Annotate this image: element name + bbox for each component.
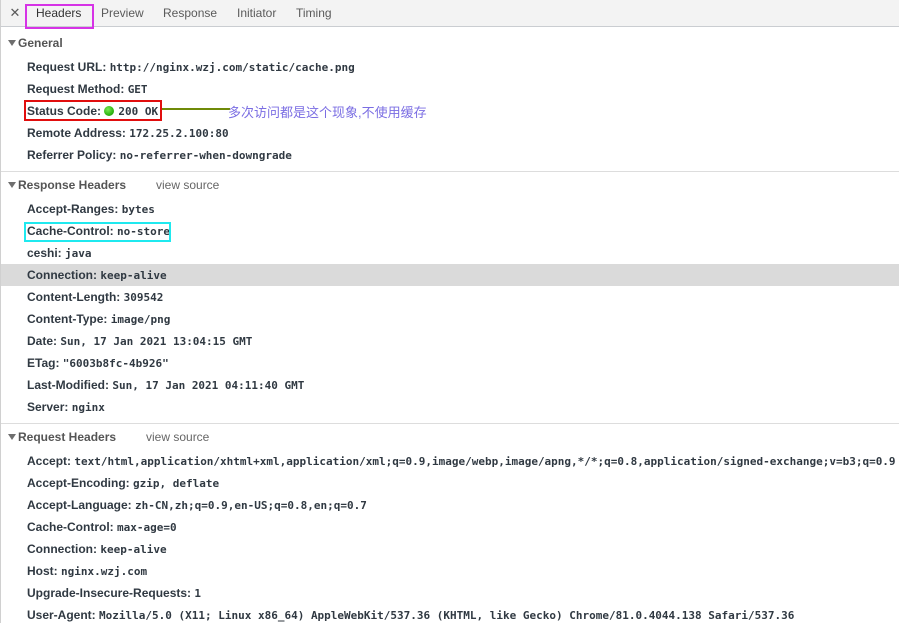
section-divider — [1, 171, 899, 172]
header-key: Request Method: — [27, 82, 125, 96]
header-value: keep-alive — [100, 543, 167, 556]
header-key: Request URL: — [27, 60, 107, 74]
header-value: 309542 — [123, 291, 164, 304]
expand-triangle-icon[interactable] — [8, 181, 16, 188]
header-value: Mozilla/5.0 (X11; Linux x86_64) AppleWeb… — [99, 609, 795, 622]
response-view-source-link[interactable]: view source — [156, 175, 219, 195]
header-key: Connection: — [27, 542, 97, 556]
response-row-content-type: Content-Type: image/png — [1, 308, 899, 330]
header-key: Status Code: — [27, 104, 102, 118]
request-row-connection: Connection: keep-alive — [1, 538, 899, 560]
header-key: ceshi: — [27, 246, 62, 260]
header-value: gzip, deflate — [133, 477, 220, 490]
header-value: nginx — [71, 401, 105, 414]
expand-triangle-icon[interactable] — [8, 39, 16, 46]
header-value: keep-alive — [100, 269, 167, 282]
header-value: bytes — [121, 203, 155, 216]
header-key: Connection: — [27, 268, 97, 282]
header-key: Date: — [27, 334, 58, 348]
header-key: Remote Address: — [27, 126, 126, 140]
header-value: "6003b8fc-4b926" — [62, 357, 169, 370]
general-row-request-url: Request URL: http://nginx.wzj.com/static… — [1, 56, 899, 78]
header-value: no-store — [117, 225, 170, 238]
request-row-upgrade-insecure-requests: Upgrade-Insecure-Requests: 1 — [1, 582, 899, 604]
header-value: GET — [127, 83, 148, 96]
header-key: Host: — [27, 564, 58, 578]
header-key: Server: — [27, 400, 69, 414]
general-row-referrer-policy: Referrer Policy: no-referrer-when-downgr… — [1, 144, 899, 166]
request-headers-title: Request Headers — [18, 430, 117, 444]
tab-preview[interactable]: Preview — [101, 0, 144, 26]
close-icon[interactable]: ✕ — [8, 5, 22, 21]
request-view-source-link[interactable]: view source — [146, 427, 209, 447]
header-value: no-referrer-when-downgrade — [119, 149, 292, 162]
general-row-status-code: Status Code: 200 OK — [1, 100, 899, 122]
header-key: Accept-Ranges: — [27, 202, 119, 216]
response-row-server: Server: nginx — [1, 396, 899, 418]
general-section-header[interactable]: General — [8, 33, 63, 53]
header-key: Last-Modified: — [27, 378, 109, 392]
header-value: text/html,application/xhtml+xml,applicat… — [74, 455, 896, 468]
header-key: Cache-Control: — [27, 224, 114, 238]
response-headers-title: Response Headers — [18, 178, 127, 192]
response-row-accept-ranges: Accept-Ranges: bytes — [1, 198, 899, 220]
response-row-etag: ETag: "6003b8fc-4b926" — [1, 352, 899, 374]
header-key: Cache-Control: — [27, 520, 114, 534]
expand-triangle-icon[interactable] — [8, 433, 16, 440]
request-row-accept: Accept: text/html,application/xhtml+xml,… — [1, 450, 899, 472]
tab-timing[interactable]: Timing — [296, 0, 332, 26]
response-row-content-length: Content-Length: 309542 — [1, 286, 899, 308]
header-value: http://nginx.wzj.com/static/cache.png — [109, 61, 355, 74]
request-row-accept-language: Accept-Language: zh-CN,zh;q=0.9,en-US;q=… — [1, 494, 899, 516]
header-key: Accept-Encoding: — [27, 476, 130, 490]
response-row-last-modified: Last-Modified: Sun, 17 Jan 2021 04:11:40… — [1, 374, 899, 396]
response-row-date: Date: Sun, 17 Jan 2021 13:04:15 GMT — [1, 330, 899, 352]
header-key: Content-Type: — [27, 312, 108, 326]
annotation-connector-line — [162, 108, 230, 110]
request-row-cache-control: Cache-Control: max-age=0 — [1, 516, 899, 538]
header-key: ETag: — [27, 356, 60, 370]
header-value: java — [65, 247, 92, 260]
tab-initiator[interactable]: Initiator — [237, 0, 276, 26]
header-key: Content-Length: — [27, 290, 121, 304]
response-row-ceshi: ceshi: java — [1, 242, 899, 264]
header-value: max-age=0 — [117, 521, 177, 534]
header-value: Sun, 17 Jan 2021 13:04:15 GMT — [60, 335, 253, 348]
tab-headers[interactable]: Headers — [36, 0, 81, 26]
header-key: User-Agent: — [27, 608, 96, 622]
status-ok-icon — [104, 105, 115, 116]
section-divider — [1, 423, 899, 424]
response-row-cache-control: Cache-Control: no-store — [1, 220, 899, 242]
annotation-note: 多次访问都是这个现象,不使用缓存 — [228, 105, 427, 120]
header-key: Accept-Language: — [27, 498, 132, 512]
tab-response[interactable]: Response — [163, 0, 217, 26]
header-value: image/png — [110, 313, 171, 326]
response-row-connection: Connection: keep-alive — [1, 264, 899, 286]
header-key: Upgrade-Insecure-Requests: — [27, 586, 192, 600]
request-headers-section-header[interactable]: Request Headers — [8, 427, 116, 447]
request-row-accept-encoding: Accept-Encoding: gzip, deflate — [1, 472, 899, 494]
general-row-request-method: Request Method: GET — [1, 78, 899, 100]
header-value: nginx.wzj.com — [61, 565, 148, 578]
devtools-tabbar: ✕ Headers Preview Response Initiator Tim… — [0, 0, 899, 29]
header-value: 172.25.2.100:80 — [129, 127, 229, 140]
general-title: General — [18, 36, 63, 50]
header-value: 1 — [194, 587, 202, 600]
request-row-host: Host: nginx.wzj.com — [1, 560, 899, 582]
header-key: Accept: — [27, 454, 72, 468]
header-value: Sun, 17 Jan 2021 04:11:40 GMT — [112, 379, 305, 392]
header-key: Referrer Policy: — [27, 148, 117, 162]
general-row-remote-address: Remote Address: 172.25.2.100:80 — [1, 122, 899, 144]
response-headers-section-header[interactable]: Response Headers — [8, 175, 126, 195]
header-value: 200 OK — [118, 105, 159, 118]
header-value: zh-CN,zh;q=0.9,en-US;q=0.8,en;q=0.7 — [135, 499, 367, 512]
headers-panel: General Request URL: http://nginx.wzj.co… — [0, 27, 899, 623]
